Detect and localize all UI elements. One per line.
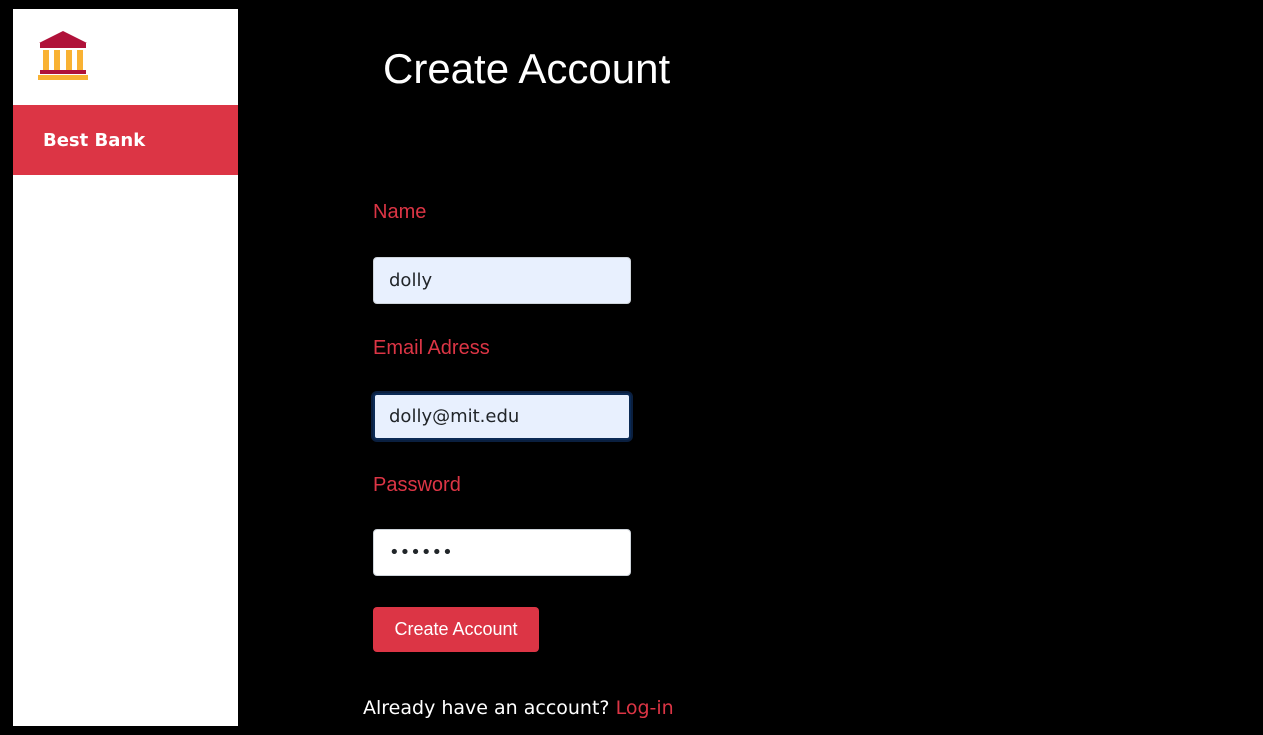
name-input[interactable]: [373, 257, 631, 304]
page-title: Create Account: [383, 45, 671, 92]
bank-icon[interactable]: [38, 30, 88, 82]
password-label: Password: [373, 474, 461, 496]
sidebar: Best Bank: [13, 9, 238, 726]
login-link[interactable]: Log-in: [616, 697, 674, 719]
create-account-button[interactable]: Create Account: [373, 607, 539, 652]
login-prompt-text: Already have an account?: [363, 697, 610, 719]
page: Best Bank Create Account Name Email Adre…: [0, 0, 1263, 735]
sidebar-item-best-bank[interactable]: Best Bank: [13, 105, 238, 175]
login-prompt: Already have an account? Log-in: [363, 696, 674, 720]
sidebar-item-label: Best Bank: [43, 129, 146, 151]
name-label: Name: [373, 201, 427, 223]
password-input[interactable]: [373, 529, 631, 576]
email-label: Email Adress: [373, 337, 490, 359]
email-input[interactable]: [373, 393, 631, 440]
